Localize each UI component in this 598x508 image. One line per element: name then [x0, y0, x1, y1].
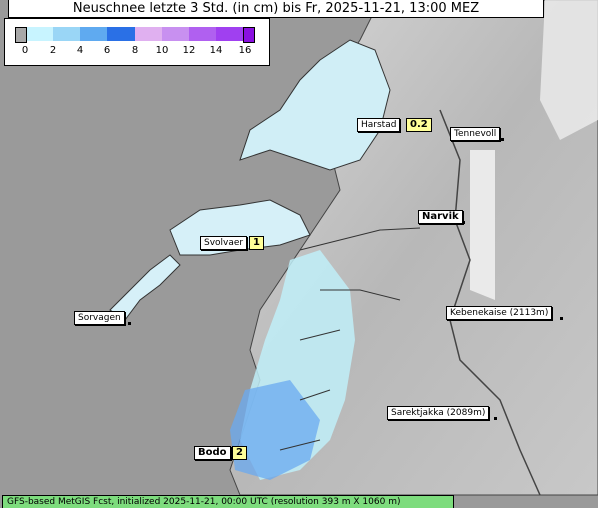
place-svolvaer: Svolvaer: [200, 236, 248, 250]
point-sarektjakka: [494, 417, 497, 420]
point-sorvagen: [128, 322, 131, 325]
snowfall-map: Neuschnee letzte 3 Std. (in cm) bis Fr, …: [0, 0, 598, 508]
value-bodo: 2: [232, 446, 247, 460]
legend-tick-2: 2: [49, 45, 57, 56]
legend-tick-0: 0: [21, 45, 29, 56]
legend-swatch-9: [243, 27, 255, 43]
legend-tick-8: 8: [131, 45, 139, 56]
forecast-info-footer: GFS-based MetGIS Fcst, initialized 2025-…: [2, 495, 454, 508]
map-title: Neuschnee letzte 3 Std. (in cm) bis Fr, …: [8, 0, 544, 18]
point-narvik: [462, 221, 465, 224]
legend-swatch-0: [15, 27, 27, 43]
place-tennevoll: Tennevoll: [450, 127, 501, 141]
legend-swatch-5: [135, 27, 162, 41]
snowfall-legend: 0 2 4 6 8 10 12 14 16: [4, 18, 270, 66]
place-sorvagen: Sorvagen: [74, 311, 125, 325]
place-narvik: Narvik: [418, 210, 463, 224]
legend-swatch-1: [27, 27, 53, 41]
legend-tick-12: 12: [182, 45, 196, 56]
legend-swatch-2: [53, 27, 80, 41]
value-svolvaer: 1: [249, 236, 264, 250]
legend-swatch-7: [189, 27, 216, 41]
point-kebenekaise: [560, 317, 563, 320]
legend-swatch-8: [216, 27, 243, 41]
legend-tick-16: 16: [238, 45, 252, 56]
place-harstad: Harstad: [357, 118, 401, 132]
legend-swatch-4: [107, 27, 135, 41]
value-harstad: 0.2: [406, 118, 432, 132]
place-bodo: Bodo: [194, 446, 231, 460]
legend-tick-4: 4: [76, 45, 84, 56]
legend-swatch-6: [162, 27, 189, 41]
legend-tick-14: 14: [209, 45, 223, 56]
snow-cover-strip: [470, 150, 495, 300]
legend-swatch-3: [80, 27, 107, 41]
terrain-layer: [109, 0, 598, 496]
point-tennevoll: [501, 138, 504, 141]
legend-tick-10: 10: [155, 45, 169, 56]
place-kebenekaise: Kebenekaise (2113m): [446, 306, 553, 320]
place-sarektjakka: Sarektjakka (2089m): [387, 406, 490, 420]
legend-tick-6: 6: [103, 45, 111, 56]
